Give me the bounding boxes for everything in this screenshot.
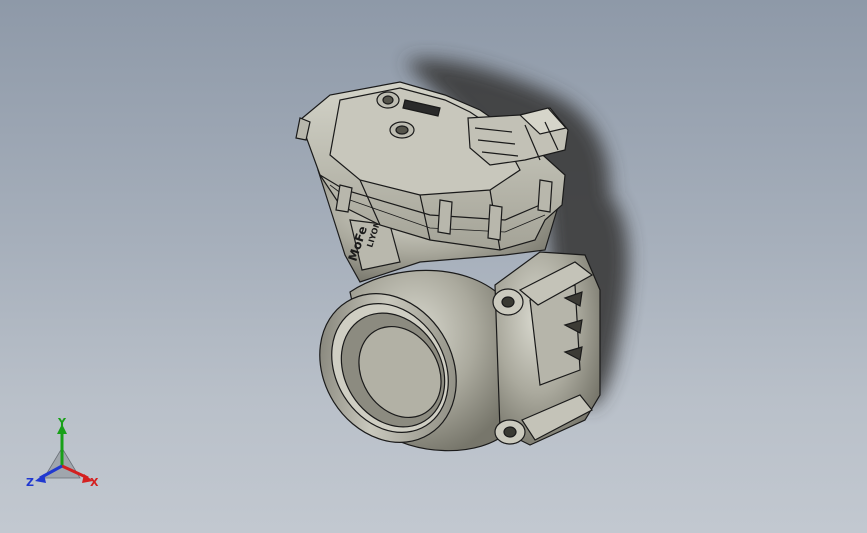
inlet-bore — [319, 269, 511, 452]
motor-flange — [492, 251, 601, 446]
orientation-triad[interactable]: Y X Z — [22, 418, 104, 494]
graphics-viewport[interactable]: MoFe LIYOM Y X Z — [0, 0, 867, 533]
z-axis-label: Z — [26, 476, 34, 489]
throttle-body-model[interactable]: MoFe LIYOM — [0, 0, 867, 533]
y-axis-label: Y — [57, 418, 67, 429]
x-axis-label: X — [90, 476, 99, 489]
